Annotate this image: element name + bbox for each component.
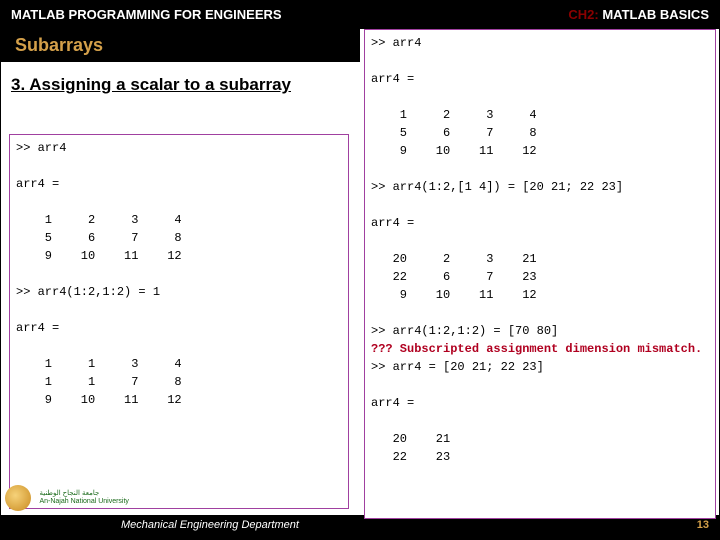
chapter-title: MATLAB BASICS (599, 7, 709, 22)
logo-arabic: جامعة النجاح الوطنية (39, 490, 99, 497)
department-label: Mechanical Engineering Department (121, 519, 299, 531)
slide-subtitle: Subarrays (1, 29, 360, 62)
slide: MATLAB PROGRAMMING FOR ENGINEERS CH2: MA… (0, 0, 720, 540)
page-number: 13 (697, 519, 709, 531)
right-code-b: >> arr4 = [20 21; 22 23] arr4 = 20 21 22… (371, 360, 544, 464)
logo-icon (5, 485, 31, 511)
right-code-a: >> arr4 arr4 = 1 2 3 4 5 6 7 8 9 10 11 1… (371, 36, 623, 338)
right-code-block: >> arr4 arr4 = 1 2 3 4 5 6 7 8 9 10 11 1… (364, 29, 716, 519)
left-column: 3. Assigning a scalar to a subarray >> a… (1, 29, 360, 515)
error-message: ??? Subscripted assignment dimension mis… (371, 342, 702, 356)
course-title: MATLAB PROGRAMMING FOR ENGINEERS (11, 1, 282, 29)
chapter-label: CH2: MATLAB BASICS (568, 1, 709, 29)
chapter-prefix: CH2: (568, 7, 598, 22)
right-column: 2. Left-hand side Subarrays assignment s… (360, 29, 719, 515)
logo-english: An-Najah National University (39, 498, 128, 505)
left-heading: 3. Assigning a scalar to a subarray (11, 74, 350, 97)
content-area: 3. Assigning a scalar to a subarray >> a… (1, 29, 719, 515)
university-logo: جامعة النجاح الوطنية An-Najah National U… (5, 485, 135, 515)
left-code-block: >> arr4 arr4 = 1 2 3 4 5 6 7 8 9 10 11 1… (9, 134, 349, 509)
logo-text: جامعة النجاح الوطنية An-Najah National U… (39, 490, 128, 505)
header-bar: MATLAB PROGRAMMING FOR ENGINEERS CH2: MA… (1, 1, 719, 29)
